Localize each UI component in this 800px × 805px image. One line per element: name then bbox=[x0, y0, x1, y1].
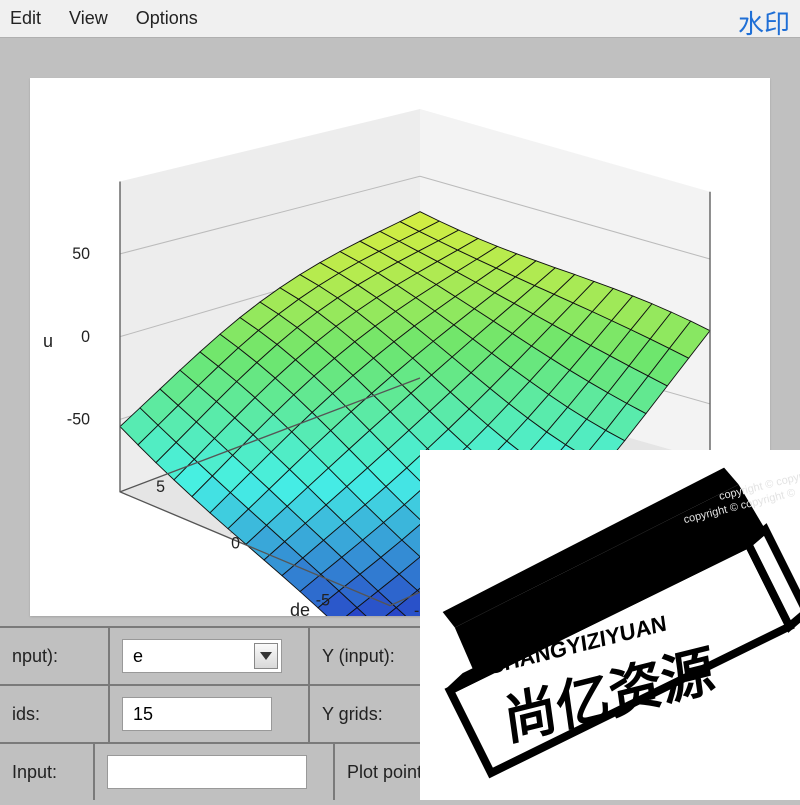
brand-overlay: SHANGYIZIYUAN 尚亿资源 copyright © copyright… bbox=[420, 450, 800, 800]
watermark-label: 水印 bbox=[738, 4, 790, 41]
z-axis-label: u bbox=[43, 330, 53, 351]
x-axis-label: de bbox=[290, 599, 310, 616]
x-tick-neg5: -5 bbox=[316, 591, 330, 609]
menu-view[interactable]: View bbox=[69, 8, 108, 29]
menu-options[interactable]: Options bbox=[136, 8, 198, 29]
x-input-combo[interactable] bbox=[122, 639, 282, 673]
z-tick-neg50: -50 bbox=[67, 410, 90, 428]
z-tick-50: 50 bbox=[72, 245, 90, 263]
y-grids-label: Y grids: bbox=[322, 704, 383, 725]
y-input-label: Y (input): bbox=[322, 646, 395, 667]
z-tick-0: 0 bbox=[81, 328, 90, 346]
x-tick-0: 0 bbox=[231, 535, 240, 553]
ref-input-field[interactable] bbox=[107, 755, 307, 789]
x-input-label: nput): bbox=[12, 646, 58, 667]
menubar: Edit View Options 水印 bbox=[0, 0, 800, 38]
x-tick-5: 5 bbox=[156, 478, 165, 496]
x-grids-field[interactable] bbox=[122, 697, 272, 731]
ref-input-label: Input: bbox=[12, 762, 57, 783]
menu-edit[interactable]: Edit bbox=[10, 8, 41, 29]
x-grids-label: ids: bbox=[12, 704, 40, 725]
chevron-down-icon[interactable] bbox=[254, 643, 278, 669]
